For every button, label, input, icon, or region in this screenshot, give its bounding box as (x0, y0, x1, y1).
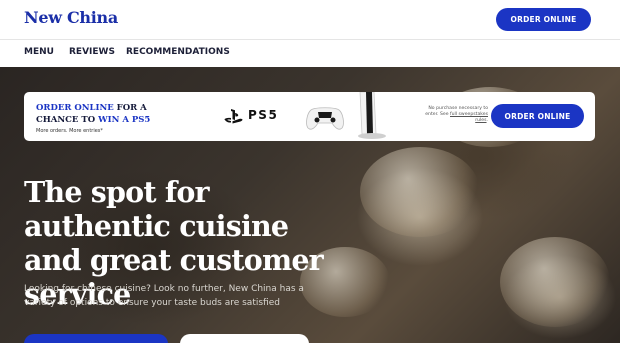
sweepstakes-rules-link[interactable]: full sweepstakes rules (450, 112, 488, 123)
promo-more-entries-text: More orders. More entries* (36, 128, 103, 134)
promo-chance-text: CHANCE TO (36, 115, 99, 125)
nav-item-menu[interactable]: MENU (24, 47, 54, 57)
site-header: New China ORDER ONLINE (0, 0, 620, 40)
order-online-button[interactable]: ORDER ONLINE (496, 8, 591, 31)
playstation-logo-icon (224, 109, 243, 124)
fine-print-line-2: enter. See (425, 112, 450, 118)
hero-background-dumpling (360, 147, 480, 237)
ps5-controller-icon (306, 107, 344, 130)
sweepstakes-fine-print: No purchase necessary to enter. See full… (418, 106, 488, 125)
promo-order-online-button[interactable]: ORDER ONLINE (491, 104, 584, 128)
main-nav: MENU REVIEWS RECOMMENDATIONS (0, 40, 620, 67)
hero-primary-button[interactable] (24, 334, 168, 343)
hero-subtext: Looking for chinese cuisine? Look no fur… (24, 284, 304, 308)
fine-print-end: . (486, 118, 488, 124)
ps5-console-icon (358, 92, 386, 139)
hero-background-dumpling (500, 237, 610, 327)
promo-line-1: ORDER ONLINE FOR A (36, 103, 147, 113)
brand-logo[interactable]: New China (24, 8, 118, 27)
promo-win-ps5-text: WIN A PS5 (98, 115, 151, 125)
hero-secondary-button[interactable] (180, 334, 309, 343)
fine-print-line-1: No purchase necessary to (428, 106, 488, 111)
promo-order-online-text: ORDER ONLINE (36, 103, 114, 113)
nav-item-reviews[interactable]: REVIEWS (69, 47, 115, 57)
nav-item-recommendations[interactable]: RECOMMENDATIONS (126, 47, 230, 57)
promo-banner[interactable]: ORDER ONLINE FOR A CHANCE TO WIN A PS5 M… (24, 92, 595, 141)
promo-line-2: CHANCE TO WIN A PS5 (36, 115, 150, 125)
promo-for-a-text: FOR A (113, 103, 147, 113)
hero-section: ORDER ONLINE FOR A CHANCE TO WIN A PS5 M… (0, 67, 620, 343)
ps5-logo-text: PS5 (248, 108, 279, 122)
